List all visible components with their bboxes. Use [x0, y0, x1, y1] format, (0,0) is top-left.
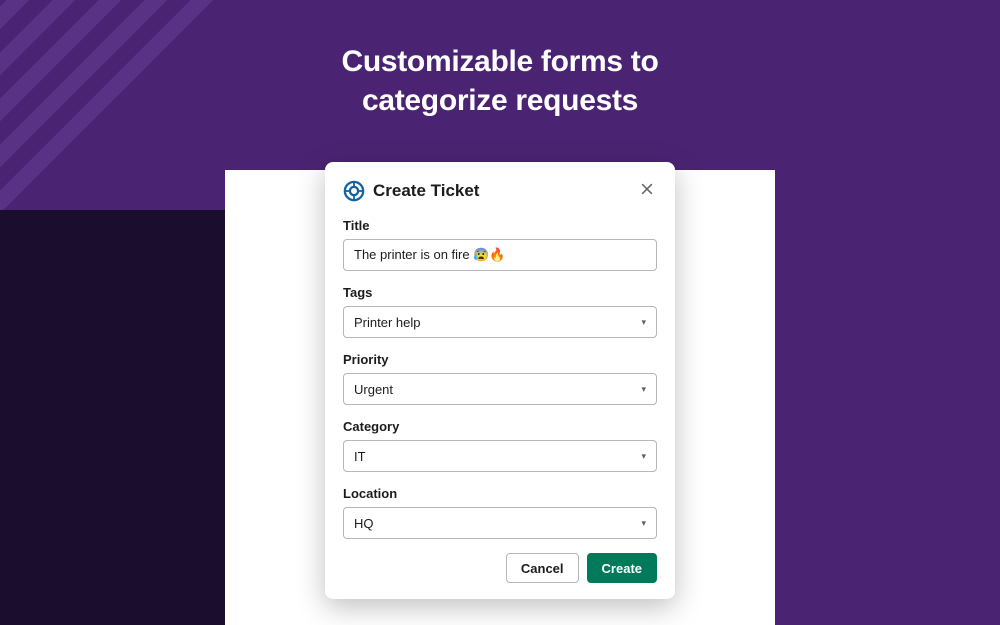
field-priority: Priority Urgent ▾: [343, 352, 657, 405]
tags-value: Printer help: [354, 315, 420, 330]
tags-label: Tags: [343, 285, 657, 300]
title-label: Title: [343, 218, 657, 233]
modal-footer: Cancel Create: [343, 553, 657, 583]
field-title: Title: [343, 218, 657, 271]
priority-label: Priority: [343, 352, 657, 367]
page-title: Customizable forms to categorize request…: [341, 42, 658, 120]
chevron-down-icon: ▾: [641, 451, 646, 462]
field-location: Location HQ ▾: [343, 486, 657, 539]
modal-title: Create Ticket: [373, 181, 629, 201]
title-input[interactable]: [343, 239, 657, 271]
chevron-down-icon: ▾: [641, 384, 646, 395]
heading-line-2: categorize requests: [362, 84, 638, 117]
location-label: Location: [343, 486, 657, 501]
modal-header: Create Ticket: [343, 180, 657, 202]
location-select[interactable]: HQ ▾: [343, 507, 657, 539]
close-icon: [640, 182, 654, 201]
decorative-dark-block: [0, 210, 225, 625]
chevron-down-icon: ▾: [641, 317, 646, 328]
priority-select[interactable]: Urgent ▾: [343, 373, 657, 405]
create-ticket-modal: Create Ticket Title Tags Printer help ▾ …: [325, 162, 675, 599]
field-category: Category IT ▾: [343, 419, 657, 472]
chevron-down-icon: ▾: [641, 518, 646, 529]
heading-line-1: Customizable forms to: [341, 45, 658, 78]
close-button[interactable]: [637, 181, 657, 201]
location-value: HQ: [354, 516, 374, 531]
category-label: Category: [343, 419, 657, 434]
create-button[interactable]: Create: [587, 553, 657, 583]
category-select[interactable]: IT ▾: [343, 440, 657, 472]
category-value: IT: [354, 449, 366, 464]
field-tags: Tags Printer help ▾: [343, 285, 657, 338]
priority-value: Urgent: [354, 382, 393, 397]
app-lifebuoy-icon: [343, 180, 365, 202]
cancel-button[interactable]: Cancel: [506, 553, 579, 583]
tags-select[interactable]: Printer help ▾: [343, 306, 657, 338]
